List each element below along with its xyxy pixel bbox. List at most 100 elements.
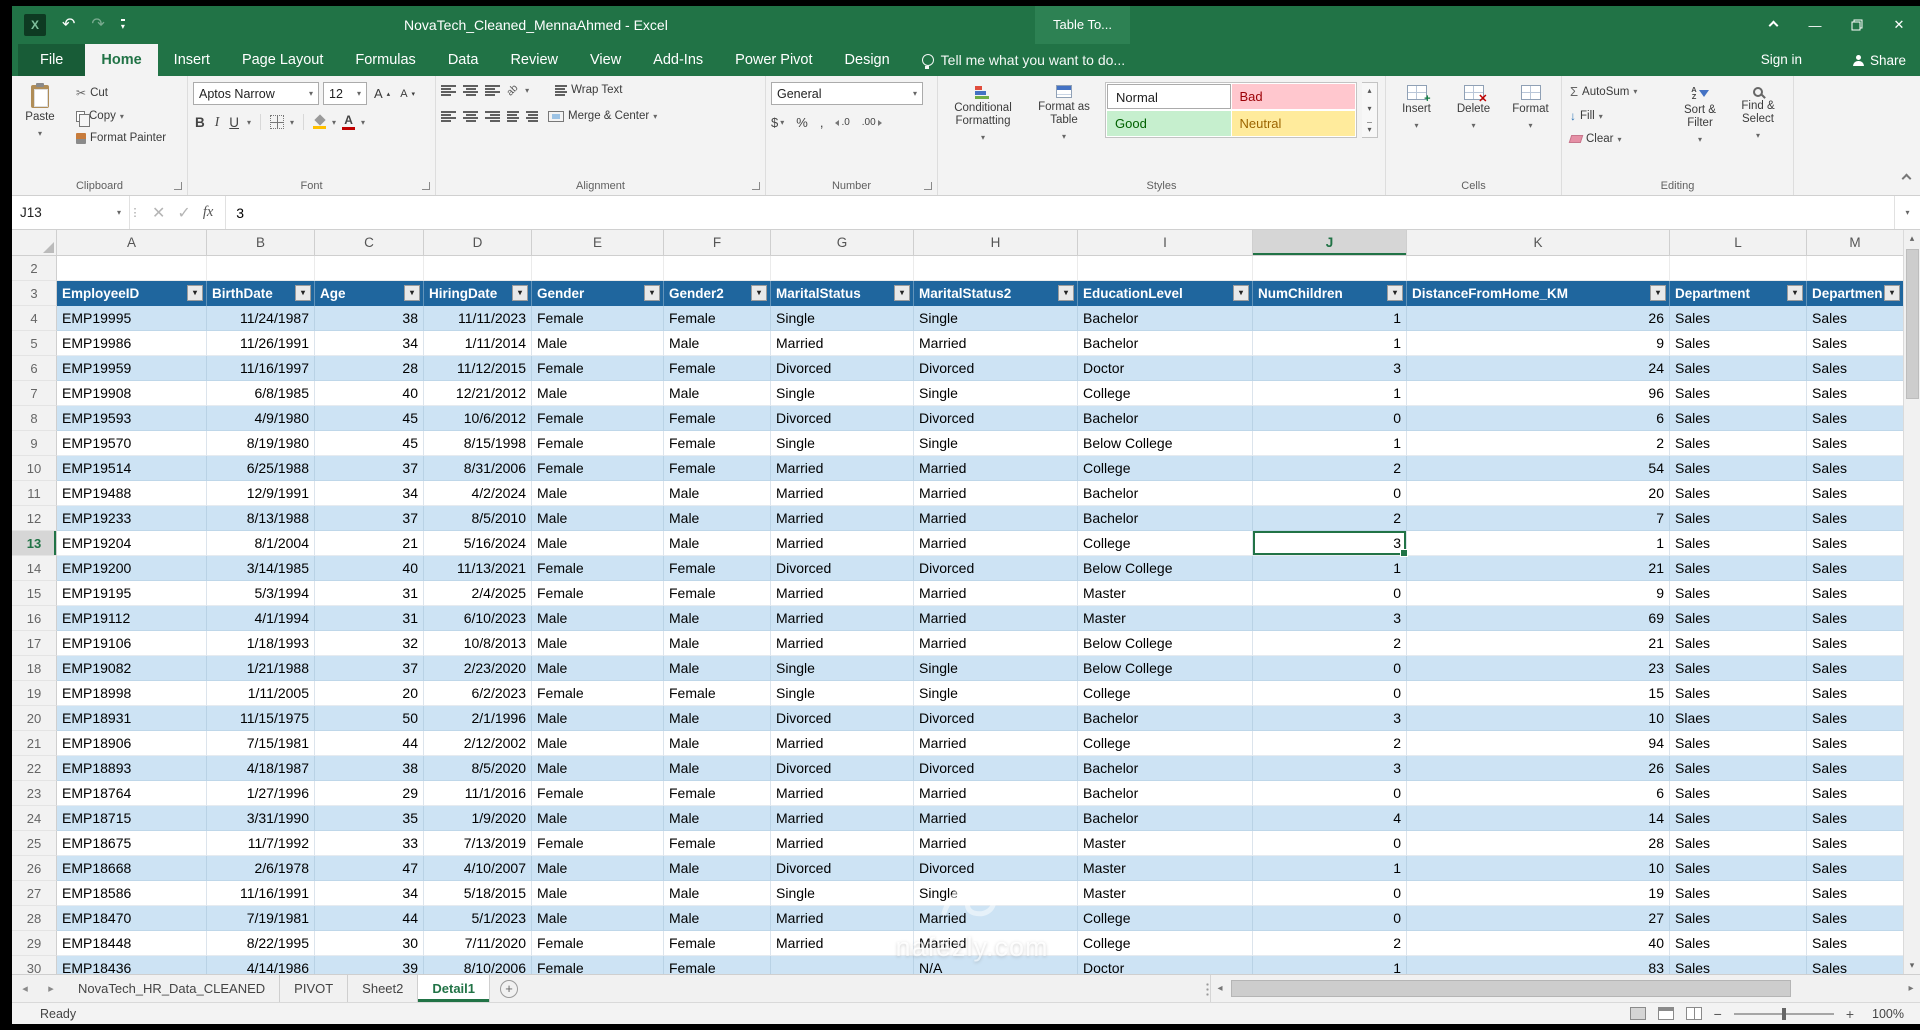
cell-I23[interactable]: Bachelor [1078, 781, 1253, 806]
row-header-17[interactable]: 17 [12, 631, 57, 656]
formula-bar-expand-button[interactable]: ▾ [1894, 196, 1920, 229]
cell-A20[interactable]: EMP18931 [57, 706, 207, 731]
cell-C9[interactable]: 45 [315, 431, 424, 456]
cell-J5[interactable]: 1 [1253, 331, 1407, 356]
cell-M12[interactable]: Sales [1807, 506, 1903, 531]
cell-M22[interactable]: Sales [1807, 756, 1903, 781]
restore-button[interactable] [1836, 6, 1878, 44]
cell-D14[interactable]: 11/13/2021 [424, 556, 532, 581]
cell-J8[interactable]: 0 [1253, 406, 1407, 431]
sheet-tab-detail1[interactable]: Detail1 [418, 975, 491, 1002]
cell-K26[interactable]: 10 [1407, 856, 1670, 881]
cell-J25[interactable]: 0 [1253, 831, 1407, 856]
name-box[interactable]: J13 ▾ [12, 196, 130, 229]
cell-D24[interactable]: 1/9/2020 [424, 806, 532, 831]
cell-L21[interactable]: Sales [1670, 731, 1807, 756]
cell-L2[interactable] [1670, 256, 1807, 281]
cell-F25[interactable]: Female [664, 831, 771, 856]
sheet-nav-prev[interactable]: ◂ [12, 975, 38, 1002]
cell-D19[interactable]: 6/2/2023 [424, 681, 532, 706]
cell-F11[interactable]: Male [664, 481, 771, 506]
cell-B17[interactable]: 1/18/1993 [207, 631, 315, 656]
row-header-29[interactable]: 29 [12, 931, 57, 956]
merge-center-button[interactable]: Merge & Center ▾ [545, 108, 660, 124]
cell-A14[interactable]: EMP19200 [57, 556, 207, 581]
cell-D20[interactable]: 2/1/1996 [424, 706, 532, 731]
horizontal-scroll-thumb[interactable] [1231, 980, 1791, 997]
cell-F9[interactable]: Female [664, 431, 771, 456]
cell-E11[interactable]: Male [532, 481, 664, 506]
cell-I14[interactable]: Below College [1078, 556, 1253, 581]
cell-A30[interactable]: EMP18436 [57, 956, 207, 974]
borders-button[interactable] [270, 115, 285, 129]
increase-font-size-button[interactable]: A ▴ [371, 84, 393, 103]
ribbon-tab-page-layout[interactable]: Page Layout [226, 44, 339, 76]
cell-K13[interactable]: 1 [1407, 531, 1670, 556]
italic-button[interactable]: I [213, 114, 222, 130]
decrease-font-size-button[interactable]: A ▾ [397, 86, 418, 102]
cell-C29[interactable]: 30 [315, 931, 424, 956]
cell-G14[interactable]: Divorced [771, 556, 914, 581]
cell-F8[interactable]: Female [664, 406, 771, 431]
cell-F29[interactable]: Female [664, 931, 771, 956]
cell-F26[interactable]: Male [664, 856, 771, 881]
cell-E8[interactable]: Female [532, 406, 664, 431]
cell-L26[interactable]: Sales [1670, 856, 1807, 881]
cell-I10[interactable]: College [1078, 456, 1253, 481]
cell-I4[interactable]: Bachelor [1078, 306, 1253, 331]
cell-C11[interactable]: 34 [315, 481, 424, 506]
cell-D17[interactable]: 10/8/2013 [424, 631, 532, 656]
cell-F20[interactable]: Male [664, 706, 771, 731]
fill-button[interactable]: ↓ Fill ▾ [1567, 107, 1671, 125]
cell-H10[interactable]: Married [914, 456, 1078, 481]
row-header-24[interactable]: 24 [12, 806, 57, 831]
cell-E14[interactable]: Female [532, 556, 664, 581]
cell-G27[interactable]: Single [771, 881, 914, 906]
cell-J20[interactable]: 3 [1253, 706, 1407, 731]
cell-I18[interactable]: Below College [1078, 656, 1253, 681]
ribbon-tab-insert[interactable]: Insert [158, 44, 226, 76]
cell-C20[interactable]: 50 [315, 706, 424, 731]
cell-F2[interactable] [664, 256, 771, 281]
cell-G15[interactable]: Married [771, 581, 914, 606]
cell-B23[interactable]: 1/27/1996 [207, 781, 315, 806]
cell-J26[interactable]: 1 [1253, 856, 1407, 881]
row-header-3[interactable]: 3 [12, 281, 57, 306]
cell-L6[interactable]: Sales [1670, 356, 1807, 381]
filter-button-M[interactable]: ▾ [1884, 285, 1900, 301]
center-button[interactable] [463, 110, 478, 122]
cell-A29[interactable]: EMP18448 [57, 931, 207, 956]
cell-E13[interactable]: Male [532, 531, 664, 556]
cell-A16[interactable]: EMP19112 [57, 606, 207, 631]
table-header-J[interactable]: NumChildren ▾ [1253, 281, 1407, 306]
cell-B2[interactable] [207, 256, 315, 281]
ribbon-tab-power-pivot[interactable]: Power Pivot [719, 44, 828, 76]
filter-button-E[interactable]: ▾ [644, 285, 660, 301]
cell-B22[interactable]: 4/18/1987 [207, 756, 315, 781]
sheet-tab-novatech_hr_data_cleaned[interactable]: NovaTech_HR_Data_CLEANED [64, 975, 281, 1002]
sign-in-link[interactable]: Sign in [1761, 44, 1802, 76]
name-box-splitter[interactable]: ⋮ [130, 196, 141, 229]
cell-L29[interactable]: Sales [1670, 931, 1807, 956]
cell-D27[interactable]: 5/18/2015 [424, 881, 532, 906]
cell-D25[interactable]: 7/13/2019 [424, 831, 532, 856]
row-header-7[interactable]: 7 [12, 381, 57, 406]
row-header-9[interactable]: 9 [12, 431, 57, 456]
cell-H25[interactable]: Married [914, 831, 1078, 856]
cell-M15[interactable]: Sales [1807, 581, 1903, 606]
cell-H27[interactable]: Single [914, 881, 1078, 906]
cell-I5[interactable]: Bachelor [1078, 331, 1253, 356]
cell-E23[interactable]: Female [532, 781, 664, 806]
row-header-13[interactable]: 13 [12, 531, 57, 556]
cell-K7[interactable]: 96 [1407, 381, 1670, 406]
cell-K20[interactable]: 10 [1407, 706, 1670, 731]
format-cells-button[interactable]: Format ▾ [1505, 82, 1556, 132]
cell-L13[interactable]: Sales [1670, 531, 1807, 556]
cell-A17[interactable]: EMP19106 [57, 631, 207, 656]
number-format-select[interactable]: General ▾ [771, 82, 923, 105]
row-header-18[interactable]: 18 [12, 656, 57, 681]
cell-H6[interactable]: Divorced [914, 356, 1078, 381]
cell-K27[interactable]: 19 [1407, 881, 1670, 906]
cell-H24[interactable]: Married [914, 806, 1078, 831]
cell-J30[interactable]: 1 [1253, 956, 1407, 974]
